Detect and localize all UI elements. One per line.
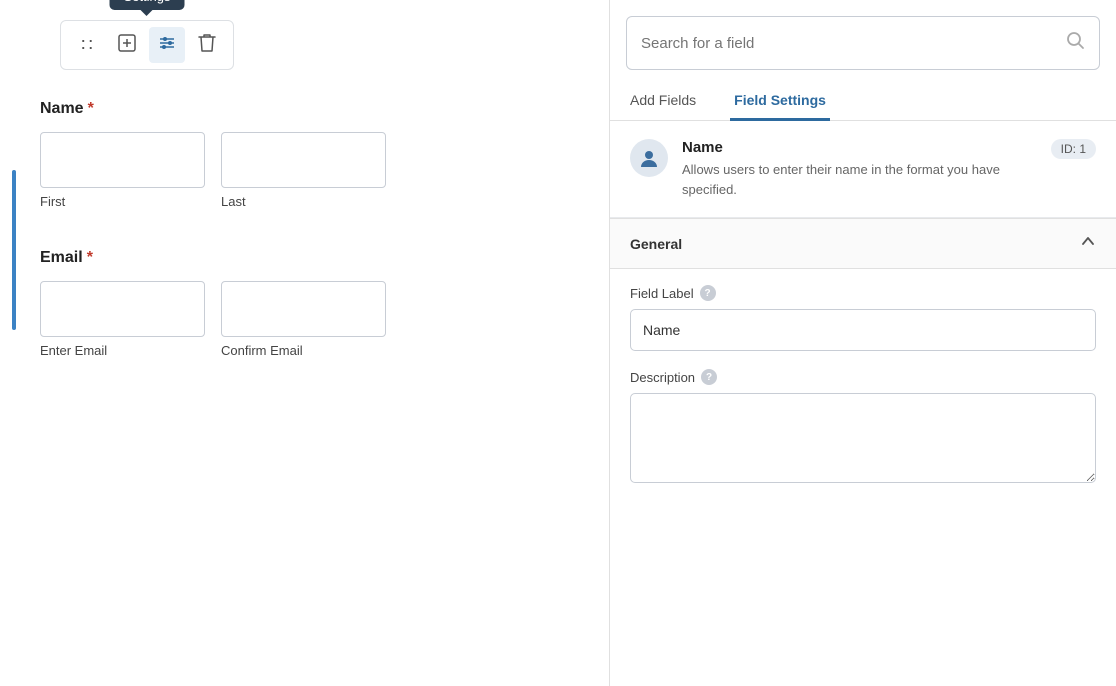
enter-email-input[interactable] [40,281,205,337]
field-label-help-icon[interactable]: ? [700,285,716,301]
tabs: Add Fields Field Settings [610,82,1116,121]
confirm-email-group: Confirm Email [221,281,386,358]
left-panel: Settings ∷ [0,0,610,686]
field-info-title: Name [682,139,1037,156]
delete-button[interactable] [189,27,225,63]
field-id-badge: ID: 1 [1051,139,1096,159]
enter-email-group: Enter Email [40,281,205,358]
email-field-label: Email * [40,249,579,267]
drag-icon: ∷ [81,35,92,56]
field-info-description: Allows users to enter their name in the … [682,160,1037,199]
drag-handle-button[interactable]: ∷ [69,27,105,63]
settings-tooltip: Settings [110,0,185,10]
toolbar: Settings ∷ [60,20,234,70]
settings-button[interactable] [149,27,185,63]
last-sublabel: Last [221,194,386,209]
search-input[interactable] [641,35,1065,52]
confirm-email-sublabel: Confirm Email [221,343,386,358]
name-field-section: Name * First Last [30,100,579,209]
chevron-up-icon [1080,233,1096,254]
last-name-group: Last [221,132,386,209]
last-name-input[interactable] [221,132,386,188]
email-field-inputs: Enter Email Confirm Email [40,281,579,358]
search-bar[interactable] [626,16,1100,70]
enter-email-sublabel: Enter Email [40,343,205,358]
trash-icon [198,33,216,58]
field-label-label: Field Label ? [630,285,1096,301]
field-avatar [630,139,668,177]
email-field-section: Email * Enter Email Confirm Email [30,249,579,358]
scroll-indicator [12,170,16,330]
description-label: Description ? [630,369,1096,385]
field-label-input[interactable] [630,309,1096,351]
settings-content: Field Label ? Description ? [610,269,1116,522]
add-field-button[interactable] [109,27,145,63]
right-panel: Add Fields Field Settings Name Allows us… [610,0,1116,686]
search-icon [1065,30,1085,56]
tab-field-settings[interactable]: Field Settings [730,82,830,121]
first-sublabel: First [40,194,205,209]
field-info: Name Allows users to enter their name in… [610,121,1116,218]
description-help-icon[interactable]: ? [701,369,717,385]
first-name-group: First [40,132,205,209]
field-info-content: Name Allows users to enter their name in… [682,139,1037,199]
general-section-header[interactable]: General [610,219,1116,268]
general-section: General [610,218,1116,269]
first-name-input[interactable] [40,132,205,188]
tab-add-fields[interactable]: Add Fields [626,82,700,121]
field-label-setting: Field Label ? [630,285,1096,351]
description-textarea[interactable] [630,393,1096,483]
confirm-email-input[interactable] [221,281,386,337]
settings-sliders-icon [157,33,177,58]
name-field-label: Name * [40,100,579,118]
general-section-title: General [630,236,682,252]
add-icon [117,33,137,58]
description-setting: Description ? [630,369,1096,488]
name-field-inputs: First Last [40,132,579,209]
